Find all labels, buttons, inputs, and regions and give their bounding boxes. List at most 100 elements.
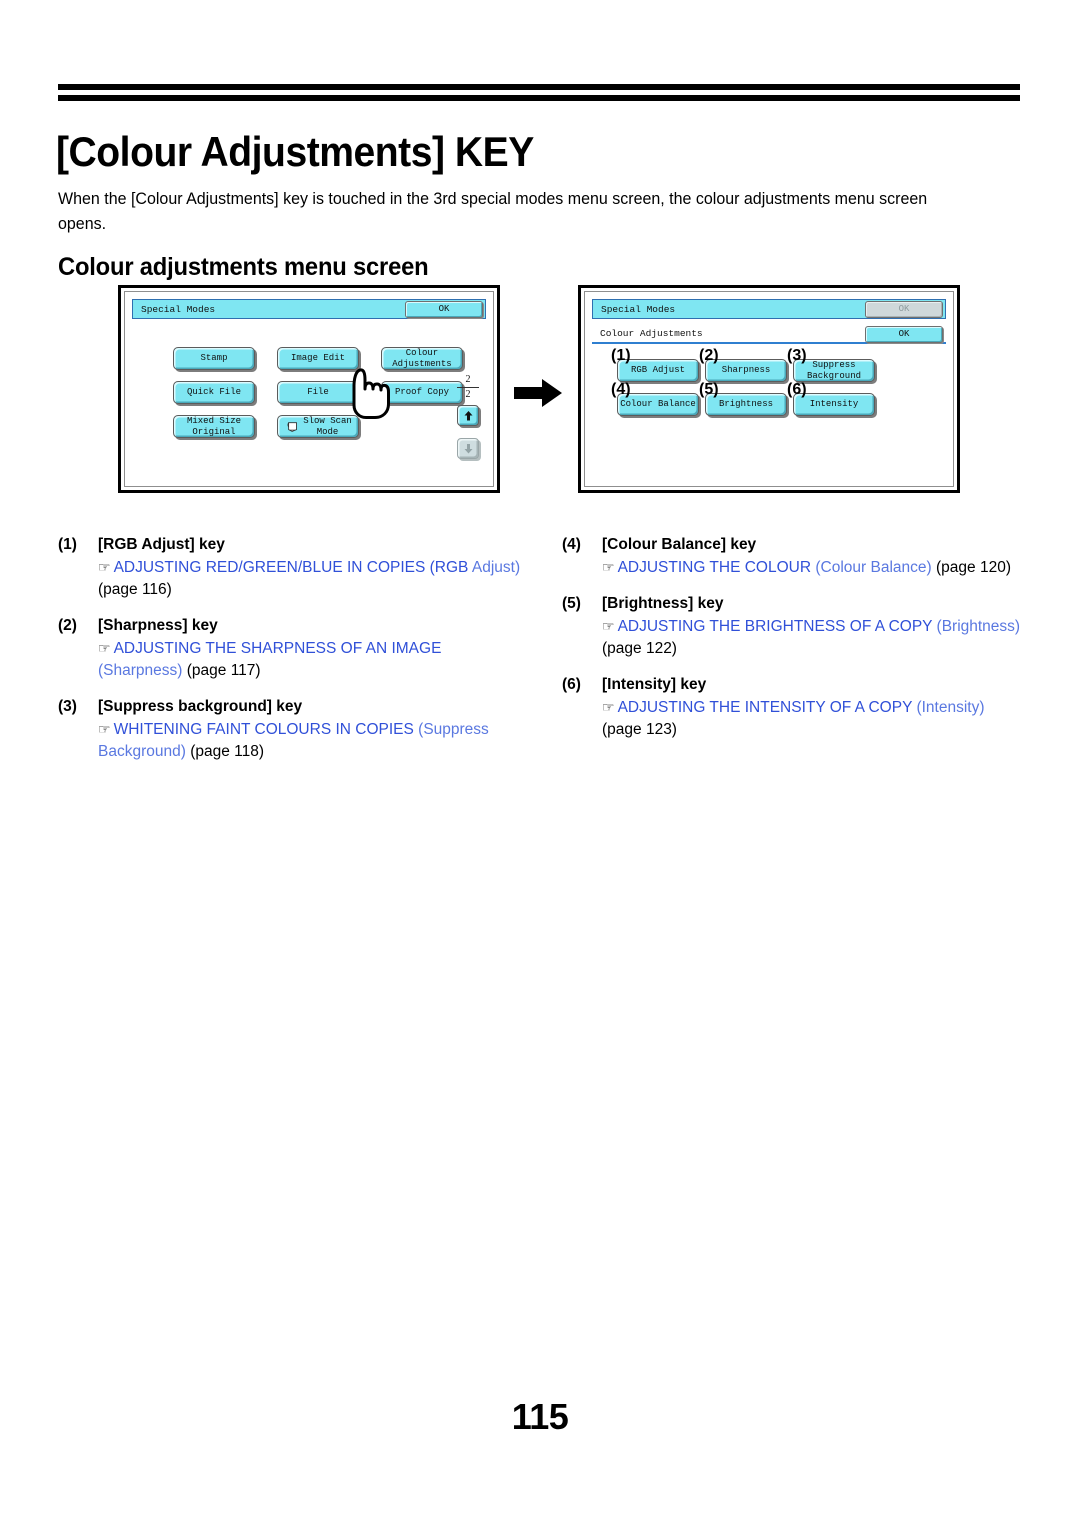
lcd-left-inner: Special Modes OK Stamp Image Edit Colour… [124, 291, 494, 487]
callout-5: (5) [699, 381, 719, 398]
legend: (1) [RGB Adjust] key ☞ ADJUSTING RED/GREE… [58, 534, 1026, 777]
scroll-up-button[interactable] [457, 405, 479, 426]
legend-item-5-head: (5) [Brightness] key [562, 593, 1026, 615]
legend-item-1-head: (1) [RGB Adjust] key [58, 534, 522, 556]
key-quick-file[interactable]: Quick File [173, 381, 255, 404]
page-counter-total: 2 [465, 389, 471, 400]
callout-6: (6) [787, 381, 807, 398]
legend-item-4-reference: ☞ ADJUSTING THE COLOUR (Colour Balance) (… [562, 556, 1026, 579]
page-counter-divider [457, 387, 479, 388]
page-counter: 2 2 [451, 374, 485, 401]
pointing-hand-icon: ☞ [602, 618, 615, 634]
arrow-up-icon [464, 410, 472, 420]
callout-3: (3) [787, 347, 807, 364]
arrow-down-icon [464, 443, 472, 453]
legend-item-6-reference: ☞ ADJUSTING THE INTENSITY OF A COPY (Inte… [562, 696, 1026, 741]
slow-scan-mode-label: Slow Scan Mode [303, 415, 352, 437]
key-mixed-size-original[interactable]: Mixed Size Original [173, 415, 255, 438]
pointing-hand-icon: ☞ [602, 559, 615, 575]
legend-item-4-key: [Colour Balance] key [602, 536, 757, 553]
pointing-hand-icon: ☞ [602, 699, 615, 715]
page-folio: 115 [511, 1396, 569, 1437]
pointing-hand-icon: ☞ [98, 559, 111, 575]
legend-item-4: (4) [Colour Balance] key ☞ ADJUSTING THE … [562, 534, 1026, 579]
callout-4: (4) [611, 381, 631, 398]
legend-item-1: (1) [RGB Adjust] key ☞ ADJUSTING RED/GREE… [58, 534, 522, 601]
header-rules [58, 84, 1020, 101]
legend-columns: (1) [RGB Adjust] key ☞ ADJUSTING RED/GREE… [58, 534, 1026, 777]
legend-item-4-ref-sub[interactable]: (Colour Balance) [815, 559, 931, 576]
legend-item-6-head: (6) [Intensity] key [562, 674, 1026, 696]
callout-1: (1) [611, 347, 631, 364]
legend-item-4-number: (4) [562, 536, 581, 553]
lcd-right-ok-button-top[interactable]: OK [865, 301, 943, 318]
key-colour-adjustments[interactable]: Colour Adjustments [381, 347, 463, 370]
legend-item-1-reference: ☞ ADJUSTING RED/GREEN/BLUE IN COPIES (RGB… [58, 556, 522, 601]
legend-item-6-number: (6) [562, 676, 581, 693]
legend-item-6-ref-page: (page 123) [602, 721, 677, 738]
legend-item-1-ref-page: (page 116) [98, 581, 172, 598]
legend-item-5-ref-page: (page 122) [602, 640, 677, 657]
legend-item-4-ref-page2: 120) [979, 559, 1011, 576]
legend-item-1-key: [RGB Adjust] key [98, 536, 225, 553]
page-counter-current: 2 [465, 374, 471, 385]
legend-item-2: (2) [Sharpness] key ☞ ADJUSTING THE SHARP… [58, 615, 522, 682]
legend-item-5-reference: ☞ ADJUSTING THE BRIGHTNESS OF A COPY (Bri… [562, 615, 1026, 660]
legend-item-6-ref-sub[interactable]: (Intensity) [916, 699, 984, 716]
key-file[interactable]: File [277, 381, 359, 404]
legend-item-3-ref-page: (page 118) [190, 743, 265, 760]
curled-paper-icon [287, 421, 298, 432]
lcd-left-title: Special Modes [141, 304, 216, 315]
legend-item-3-head: (3) [Suppress background] key [58, 696, 522, 718]
legend-item-1-number: (1) [58, 536, 77, 553]
lcd-left-ok-button[interactable]: OK [405, 301, 483, 318]
header-rule-bottom [58, 95, 1020, 101]
legend-column-right: (4) [Colour Balance] key ☞ ADJUSTING THE … [562, 534, 1026, 777]
legend-column-left: (1) [RGB Adjust] key ☞ ADJUSTING RED/GREE… [58, 534, 522, 777]
legend-item-2-key: [Sharpness] key [98, 617, 218, 634]
legend-item-2-ref-main[interactable]: ADJUSTING THE SHARPNESS OF AN IMAGE [114, 640, 442, 657]
legend-item-3-ref-main[interactable]: WHITENING FAINT COLOURS IN COPIES [114, 721, 414, 738]
slow-scan-mode-content: Slow Scan Mode [284, 416, 352, 438]
legend-item-3-key: [Suppress background] key [98, 698, 303, 715]
pointing-hand-icon: ☞ [98, 721, 111, 737]
pointing-hand-icon: ☞ [98, 640, 111, 656]
lcd-right-title: Special Modes [601, 304, 676, 315]
legend-item-2-ref-page: (page 117) [186, 662, 261, 679]
legend-item-2-number: (2) [58, 617, 77, 634]
legend-item-6-key: [Intensity] key [602, 676, 707, 693]
legend-item-3: (3) [Suppress background] key ☞ WHITENING… [58, 696, 522, 763]
legend-item-6-ref-main[interactable]: ADJUSTING THE INTENSITY OF A COPY [618, 699, 913, 716]
legend-item-2-reference: ☞ ADJUSTING THE SHARPNESS OF AN IMAGE (Sh… [58, 637, 522, 682]
legend-item-2-ref-sub[interactable]: (Sharpness) [98, 662, 182, 679]
scroll-down-button[interactable] [457, 438, 479, 459]
legend-item-3-number: (3) [58, 698, 77, 715]
legend-item-5-number: (5) [562, 595, 581, 612]
legend-item-5-ref-sub[interactable]: (Brightness) [937, 618, 1021, 635]
intro-paragraph: When the [Colour Adjustments] key is tou… [58, 189, 928, 233]
legend-item-5: (5) [Brightness] key ☞ ADJUSTING THE BRIG… [562, 593, 1026, 660]
transition-right-arrow-icon [514, 379, 562, 407]
legend-item-1-ref-main[interactable]: ADJUSTING RED/GREEN/BLUE IN COPIES (RGB [114, 559, 469, 576]
key-image-edit[interactable]: Image Edit [277, 347, 359, 370]
lcd-screen-special-modes: Special Modes OK Stamp Image Edit Colour… [118, 285, 500, 493]
legend-item-4-head: (4) [Colour Balance] key [562, 534, 1026, 556]
key-stamp[interactable]: Stamp [173, 347, 255, 370]
lcd-screen-colour-adjustments: Special Modes OK Colour Adjustments OK R… [578, 285, 960, 493]
legend-item-6: (6) [Intensity] key ☞ ADJUSTING THE INTEN… [562, 674, 1026, 741]
legend-item-3-reference: ☞ WHITENING FAINT COLOURS IN COPIES (Supp… [58, 718, 522, 763]
legend-item-5-key: [Brightness] key [602, 595, 724, 612]
lcd-right-ok-button-sub[interactable]: OK [865, 326, 943, 343]
page-title: [Colour Adjustments] KEY [56, 128, 534, 176]
legend-item-5-ref-main[interactable]: ADJUSTING THE BRIGHTNESS OF A COPY [618, 618, 933, 635]
lcd-right-inner: Special Modes OK Colour Adjustments OK R… [584, 291, 954, 487]
lcd-right-subtitle: Colour Adjustments [600, 328, 703, 339]
legend-item-2-head: (2) [Sharpness] key [58, 615, 522, 637]
legend-item-4-ref-main[interactable]: ADJUSTING THE COLOUR [618, 559, 812, 576]
section-title: Colour adjustments menu screen [58, 252, 429, 281]
legend-item-1-ref-sub[interactable]: Adjust) [472, 559, 520, 576]
legend-item-4-ref-page: (page [936, 559, 976, 576]
callout-2: (2) [699, 347, 719, 364]
key-slow-scan-mode[interactable]: Slow Scan Mode [277, 415, 359, 438]
document-page: [Colour Adjustments] KEY When the [Colou… [0, 0, 1080, 1528]
